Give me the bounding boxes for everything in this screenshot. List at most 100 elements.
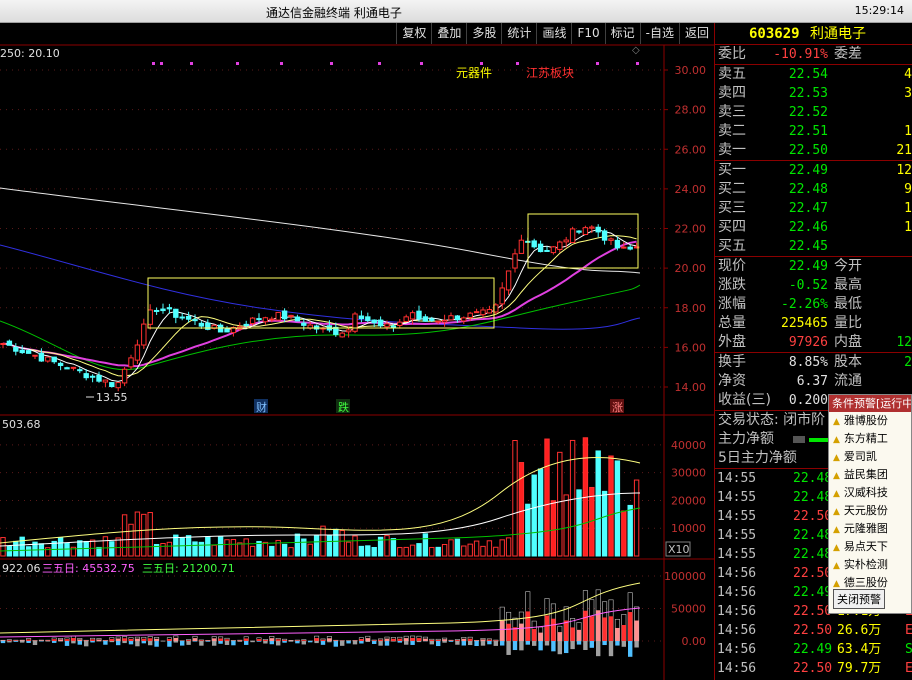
toolbar-btn-0[interactable]: 复权 — [396, 23, 431, 44]
close-alert-button[interactable]: 关闭预警 — [833, 589, 885, 609]
toolbar-btn-2[interactable]: 多股 — [466, 23, 501, 44]
candle-body — [192, 319, 198, 322]
fund-bar-in — [173, 637, 178, 641]
fund-bar-out — [148, 641, 153, 646]
volume-bar — [243, 538, 249, 557]
volume-bar — [486, 540, 493, 557]
candle-body — [595, 226, 601, 233]
arrow-up-icon: ▲ — [833, 489, 840, 499]
fund-bar-out — [237, 641, 242, 642]
volume-bar — [390, 538, 397, 557]
candle-body — [141, 323, 147, 346]
signal-marker — [516, 62, 519, 65]
annotation-jiangsu: 江苏板块 — [526, 66, 574, 80]
alert-item-label: 实朴检测 — [843, 558, 888, 571]
fund-bar-in — [423, 638, 428, 641]
kline-chart-area[interactable]: 30.00 28.00 26.00 24.00 22.00 20.00 18.00 16.00… — [0, 23, 714, 680]
fund-bar-out — [0, 641, 6, 644]
tick-time: 14:56 — [717, 642, 757, 657]
volume-bar — [217, 536, 224, 557]
candle-body — [153, 309, 160, 312]
bids-row: 买一 22.49 12 — [715, 161, 912, 180]
alert-item-label: 益民集团 — [843, 468, 888, 481]
fund-bar-in — [551, 618, 556, 641]
candle-body — [537, 243, 544, 253]
fund-bar-in — [256, 639, 262, 641]
tick-flag: S — [905, 642, 912, 657]
volume-bar — [313, 535, 320, 557]
volume-tick-label: 10000 — [671, 522, 706, 535]
stat-label: 涨幅 — [718, 296, 746, 312]
toolbar-btn-4[interactable]: 画线 — [536, 23, 571, 44]
fund-bar-in — [64, 639, 70, 641]
event-marker-cai: 财 — [256, 400, 267, 414]
alert-popup[interactable]: 条件预警[运行中 ▲ 雅博股份 ▲ 东方精工 ▲ 爱司凯 ▲ 益民集团 ▲ 汉威科技 ▲ 天元股份 ▲ 元… — [828, 394, 912, 614]
fund-bar-out — [564, 641, 569, 654]
tick-time: 14:56 — [717, 661, 757, 676]
alert-item[interactable]: ▲ 元隆雅图 — [829, 520, 911, 538]
kline-chart[interactable]: 30.00 28.00 26.00 24.00 22.00 20.00 18.00 16.00… — [0, 23, 714, 680]
asks-volume: 21 — [896, 143, 912, 158]
stat-row: 涨跌 -0.52 最高 — [715, 276, 912, 295]
toolbar-btn-7[interactable]: -自选 — [639, 23, 679, 44]
toolbar-btn-1[interactable]: 叠加 — [431, 23, 466, 44]
volume-bar — [134, 511, 141, 557]
fund-bar-in — [263, 640, 268, 641]
fund-bar-out — [442, 641, 447, 643]
fund-bar-out — [109, 641, 114, 643]
toolbar-btn-3[interactable]: 统计 — [501, 23, 536, 44]
stock-header[interactable]: 603629 利通电子 — [715, 23, 912, 45]
fund-bar-in — [192, 638, 198, 641]
fund-bar-out — [378, 641, 383, 646]
arrow-up-icon: ▲ — [833, 579, 840, 589]
volume-bar — [441, 544, 448, 557]
fund-bar-out — [634, 641, 639, 648]
candle-body — [6, 340, 13, 346]
tick-time: 14:55 — [717, 528, 757, 543]
alert-item[interactable]: ▲ 东方精工 — [829, 430, 911, 448]
candle-body — [51, 356, 57, 363]
volume-bar — [550, 500, 557, 557]
candle-body — [461, 317, 467, 322]
bids-price: 22.49 — [788, 163, 828, 178]
toolbar-btn-6[interactable]: 标记 — [604, 23, 640, 44]
price-tick-label: 22.00 — [675, 223, 707, 236]
alert-item[interactable]: ▲ 易点天下 — [829, 538, 911, 556]
fund-bar-out — [173, 641, 178, 643]
asks-price: 22.53 — [788, 86, 828, 101]
volume-bar — [365, 545, 371, 557]
fund-bar-out — [122, 641, 127, 644]
ma250-line — [0, 187, 641, 274]
candle-body — [454, 315, 461, 321]
bids-row: 买五 22.45 — [715, 237, 912, 256]
toolbar-btn-5[interactable]: F10 — [571, 23, 604, 44]
alert-item[interactable]: ▲ 汉威科技 — [829, 484, 911, 502]
ma60-line — [0, 284, 641, 371]
toolbar-btn-8[interactable]: 返回 — [678, 23, 714, 44]
fund-bar-in — [365, 638, 370, 641]
fund-bar-out — [263, 641, 268, 644]
candle-body — [352, 313, 358, 332]
volume-bar — [409, 544, 416, 557]
fund-bar-out — [45, 641, 50, 642]
alert-item[interactable]: ▲ 益民集团 — [829, 466, 911, 484]
fund-bar-out — [224, 641, 230, 645]
asks-row: 卖四 22.53 3 — [715, 84, 912, 103]
alert-item[interactable]: ▲ 实朴检测 — [829, 556, 911, 574]
volume-bar — [512, 440, 518, 557]
volume-bar — [608, 455, 614, 557]
volume-bar — [595, 450, 601, 557]
fund-bar-in — [224, 639, 230, 641]
stat-label-2: 流通 — [834, 373, 862, 389]
alert-item[interactable]: ▲ 爱司凯 — [829, 448, 911, 466]
candle-body — [301, 322, 307, 326]
signal-marker — [280, 62, 283, 65]
fund-bar-out — [608, 641, 614, 657]
candle-body — [416, 310, 422, 320]
tick-volume: 26.6万 — [837, 623, 882, 638]
candle-body — [179, 316, 185, 319]
stat-label-2: 量比 — [834, 315, 862, 331]
alert-item[interactable]: ▲ 天元股份 — [829, 502, 911, 520]
fund-bar-in — [116, 638, 121, 641]
alert-item[interactable]: ▲ 雅博股份 — [829, 412, 911, 430]
